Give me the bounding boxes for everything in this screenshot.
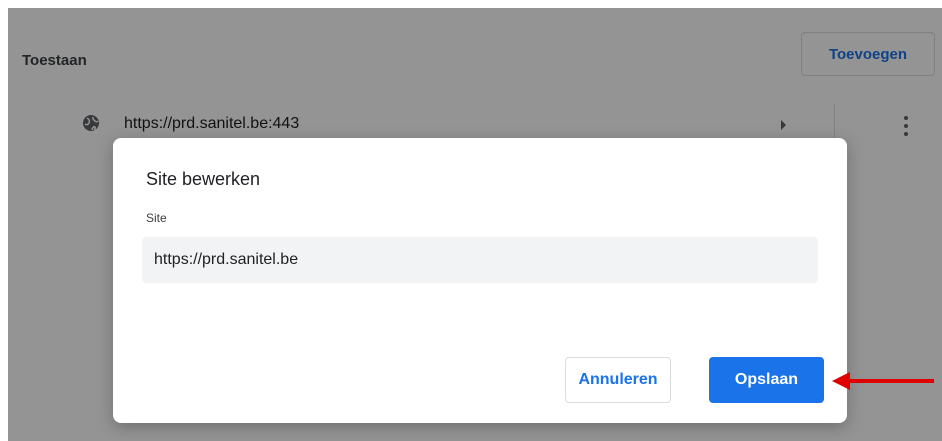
edit-site-dialog: Site bewerken Site Annuleren Opslaan <box>113 138 847 423</box>
site-field-label: Site <box>146 211 167 225</box>
dialog-title: Site bewerken <box>146 169 261 189</box>
screen: Toestaan Toevoegen https://prd.sanitel.b… <box>0 0 942 441</box>
annotation-arrow-icon <box>832 372 934 390</box>
site-input[interactable] <box>142 237 818 283</box>
cancel-button[interactable]: Annuleren <box>565 357 671 403</box>
save-button[interactable]: Opslaan <box>709 357 824 403</box>
